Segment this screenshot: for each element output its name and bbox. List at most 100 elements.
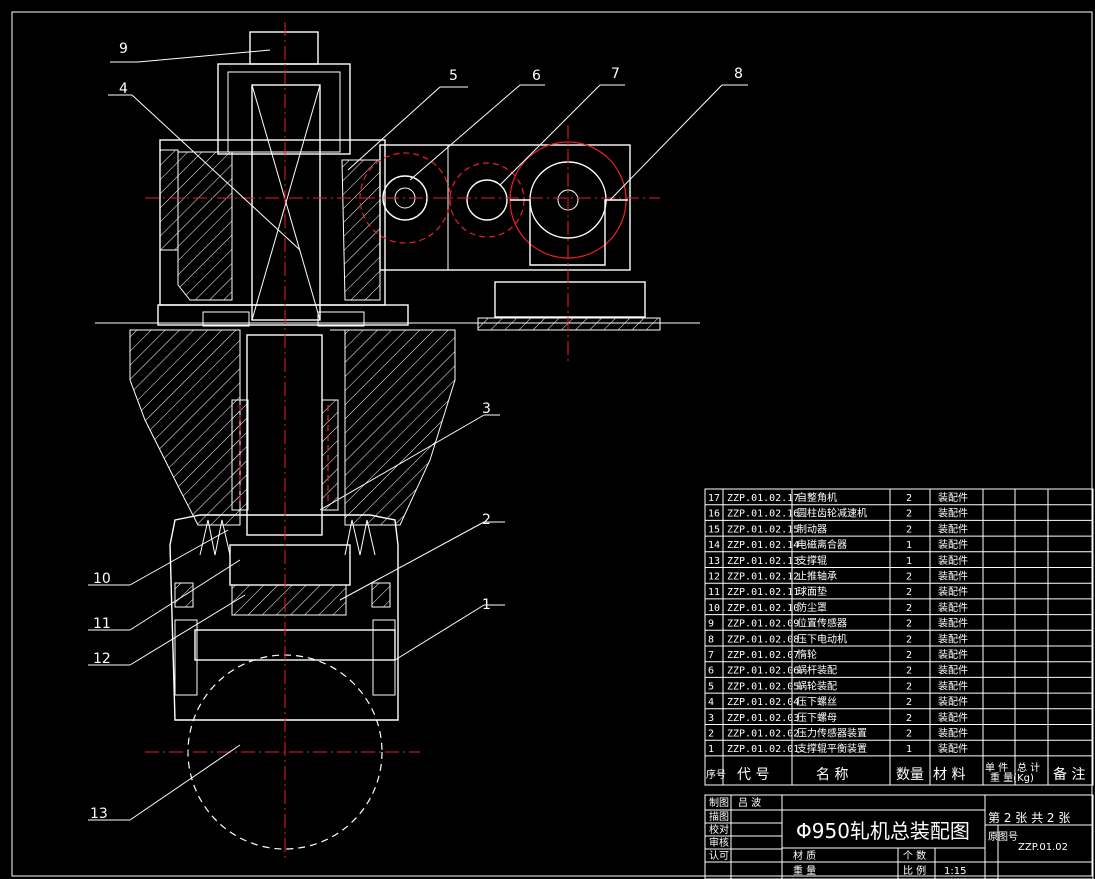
cell-material: 装配件: [938, 727, 968, 740]
cell-qty: 2: [906, 713, 912, 724]
position-sensor-housing: [217, 31, 351, 155]
cell-code: ZZP.01.02.11: [727, 587, 799, 598]
cell-material: 装配件: [938, 632, 968, 645]
worm-gear-housing: [157, 139, 409, 327]
cell-name: 球面垫: [797, 585, 827, 598]
cell-code: ZZP.01.02.15: [727, 524, 799, 535]
cell-material: 装配件: [938, 554, 968, 567]
label-traced: 描图: [709, 810, 729, 823]
cell-material: 装配件: [938, 585, 968, 598]
cell-material: 装配件: [938, 507, 968, 520]
cell-qty: 2: [906, 634, 912, 645]
label-scale: 比 例: [903, 864, 926, 877]
cell-name: 电磁离合器: [797, 538, 847, 551]
drawing-number: ZZP.01.02: [1018, 842, 1068, 853]
table-row: 7 ZZP.01.02.07惰轮 2 装配件: [708, 648, 968, 661]
table-row: 17 ZZP.01.02.17自整角机 2 装配件: [708, 491, 968, 504]
label-reviewed: 审核: [709, 836, 729, 849]
cell-no: 15: [708, 524, 720, 535]
label-material: 材 质: [793, 849, 816, 862]
cell-code: ZZP.01.02.03: [727, 713, 799, 724]
screw-body: [251, 84, 321, 321]
label-weight: 重 量: [793, 864, 816, 877]
cell-qty: 2: [906, 650, 912, 661]
cell-code: ZZP.01.02.05: [727, 681, 799, 692]
table-row: 1 ZZP.01.02.01支撑辊平衡装置 1 装配件: [708, 742, 968, 755]
label-checked: 校对: [709, 823, 729, 836]
table-row: 6 ZZP.01.02.06蜗杆装配 2 装配件: [708, 664, 968, 677]
drawing-title: Φ950轧机总装配图: [796, 819, 970, 843]
cell-no: 17: [708, 493, 720, 504]
cell-qty: 2: [906, 509, 912, 520]
cell-material: 装配件: [938, 711, 968, 724]
table-row: 11 ZZP.01.02.11球面垫 2 装配件: [708, 585, 968, 598]
cell-qty: 2: [906, 587, 912, 598]
label-drawn: 制图: [709, 796, 729, 809]
gear-train: [359, 141, 631, 271]
cell-no: 13: [708, 556, 720, 567]
cell-code: ZZP.01.02.06: [727, 666, 799, 677]
cell-qty: 2: [906, 681, 912, 692]
cell-qty: 1: [906, 556, 912, 567]
cell-name: 制动器: [797, 522, 827, 535]
cell-qty: 2: [906, 619, 912, 630]
cell-no: 2: [708, 729, 714, 740]
cell-qty: 2: [906, 493, 912, 504]
table-row: 8 ZZP.01.02.08压下电动机 2 装配件: [708, 632, 968, 645]
cell-code: ZZP.01.02.01: [727, 744, 799, 755]
cell-name: 位置传感器: [797, 617, 847, 630]
cell-no: 14: [708, 540, 720, 551]
table-row: 15 ZZP.01.02.15制动器 2 装配件: [708, 522, 968, 535]
cell-no: 11: [708, 587, 720, 598]
label-approved: 认可: [709, 849, 729, 862]
header-remark: 备 注: [1053, 766, 1085, 783]
cell-material: 装配件: [938, 522, 968, 535]
bearing-chock: [169, 514, 399, 721]
header-code: 代 号: [737, 767, 769, 783]
cell-code: ZZP.01.02.17: [727, 493, 799, 504]
parts-list-table: 17 ZZP.01.02.17自整角机 2 装配件16 ZZP.01.02.16圆柱齿轮…: [704, 488, 1094, 786]
header-material: 材 料: [933, 767, 965, 783]
table-row: 14 ZZP.01.02.14电磁离合器 1 装配件: [708, 538, 968, 551]
scale-value: 1:15: [944, 866, 966, 877]
cell-no: 5: [708, 681, 714, 692]
cell-name: 惰轮: [797, 648, 817, 661]
cell-name: 支撑辊: [797, 554, 827, 567]
cell-material: 装配件: [938, 664, 968, 677]
table-row: 13 ZZP.01.02.13支撑辊 1 装配件: [708, 554, 968, 567]
cell-material: 装配件: [938, 617, 968, 630]
table-row: 4 ZZP.01.02.04压下螺丝 2 装配件: [708, 695, 968, 708]
cell-no: 7: [708, 650, 714, 661]
cell-qty: 2: [906, 603, 912, 614]
cell-name: 压下电动机: [797, 632, 847, 645]
table-row: 12 ZZP.01.02.12止推轴承 2 装配件: [708, 570, 968, 583]
cell-code: ZZP.01.02.04: [727, 697, 799, 708]
cell-material: 装配件: [938, 538, 968, 551]
assembly-drawing: 1 2 3 4 5 6 7 8 9 10 11 12 13 17 ZZP.01.0…: [11, 11, 1094, 879]
cell-code: ZZP.01.02.07: [727, 650, 799, 661]
header-no: 序号: [706, 768, 726, 781]
cell-material: 装配件: [938, 570, 968, 583]
label-drawing-no: 原图号: [988, 831, 1018, 843]
sheet-number: 第 2 张 共 2 张: [988, 811, 1070, 825]
parts-list-header: 序号 代 号 名 称 数量 材 料 单 件 总 计 重 量(Kg) 备 注: [706, 761, 1085, 784]
cell-name: 压力传感器装置: [797, 727, 867, 740]
cell-no: 3: [708, 713, 714, 724]
cell-qty: 2: [906, 572, 912, 583]
cell-name: 蜗轮装配: [797, 679, 837, 692]
cell-name: 蜗杆装配: [797, 664, 837, 677]
drawn-by: 吕 波: [738, 796, 761, 809]
cell-material: 装配件: [938, 679, 968, 692]
cell-qty: 1: [906, 540, 912, 551]
header-name: 名 称: [816, 767, 848, 783]
balloon-1: 1: [482, 597, 491, 613]
table-row: 10 ZZP.01.02.10防尘罩 2 装配件: [708, 601, 968, 614]
cell-code: ZZP.01.02.08: [727, 634, 799, 645]
balloon-2: 2: [482, 512, 491, 528]
balloon-11: 11: [93, 616, 111, 632]
table-row: 2 ZZP.01.02.02压力传感器装置 2 装配件: [708, 727, 968, 740]
cell-name: 自整角机: [797, 491, 837, 504]
cell-code: ZZP.01.02.09: [727, 619, 799, 630]
cell-code: ZZP.01.02.13: [727, 556, 799, 567]
balloon-13: 13: [90, 806, 108, 822]
